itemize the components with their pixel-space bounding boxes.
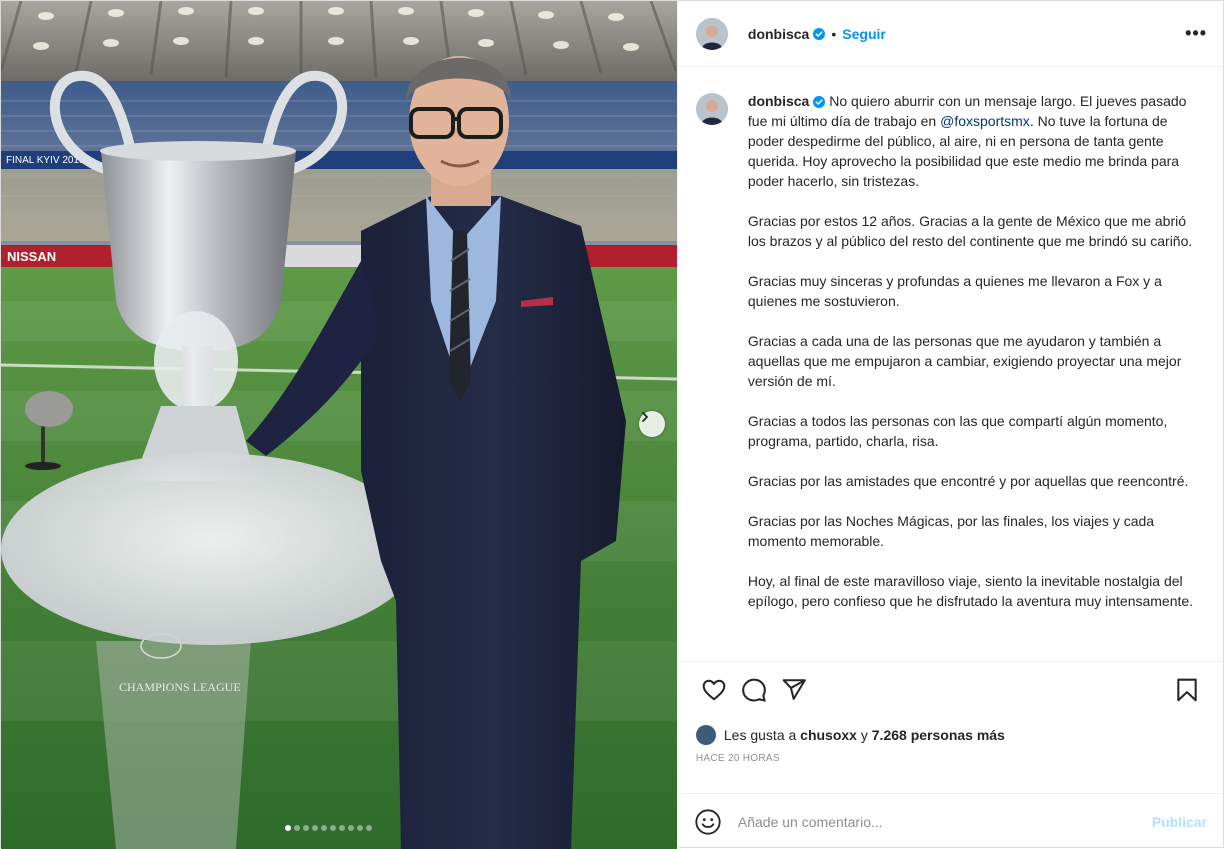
ad-board-text: NISSAN [7, 249, 56, 264]
carousel-indicator [285, 825, 372, 831]
caption-paragraph: Hoy, al final de este maravilloso viaje,… [747, 573, 1194, 609]
caption-paragraph: Gracias por las amistades que encontré y… [747, 473, 1189, 489]
caption-row: donbisca No quiero aburrir con un mensaj… [695, 91, 1205, 631]
post-media: NISSAN FINAL KYIV 2018 CHAMPIONS LEAGUE [1, 1, 677, 849]
carousel-dot [339, 825, 345, 831]
carousel-dot [357, 825, 363, 831]
caption-paragraph: Gracias a todos las personas con las que… [747, 413, 1168, 449]
post-timestamp[interactable]: HACE 20 HORAS [678, 753, 1223, 775]
post-caption: donbisca No quiero aburrir con un mensaj… [748, 91, 1198, 631]
avatar-image [695, 93, 728, 125]
carousel-dot [321, 825, 327, 831]
comment-input[interactable] [737, 813, 1152, 830]
verified-badge-icon [813, 96, 826, 109]
carousel-dot [294, 825, 300, 831]
comment-button[interactable] [734, 670, 774, 710]
table-logo-text: CHAMPIONS LEAGUE [119, 680, 241, 694]
like-button[interactable] [694, 670, 734, 710]
post-header: donbisca • Seguir ••• [677, 1, 1223, 67]
carousel-dot [330, 825, 336, 831]
carousel-dot [366, 825, 372, 831]
more-options-button[interactable]: ••• [1185, 23, 1207, 44]
comment-icon [742, 678, 766, 702]
bookmark-icon [1177, 678, 1197, 701]
likes-connector: y [860, 727, 868, 743]
liker-avatar[interactable] [695, 725, 716, 745]
likes-count[interactable]: 7.268 personas más [872, 727, 1005, 743]
header-separator: • [831, 25, 837, 42]
caption-paragraph: Gracias por estos 12 años. Gracias a la … [747, 213, 1193, 249]
share-button[interactable] [774, 670, 814, 710]
instagram-post: NISSAN FINAL KYIV 2018 CHAMPIONS LEAGUE … [0, 0, 1224, 849]
post-actions [677, 661, 1223, 717]
emoji-icon[interactable] [694, 808, 722, 836]
carousel-dot [285, 825, 291, 831]
carousel-next-button[interactable] [639, 411, 665, 437]
carousel-dot [303, 825, 309, 831]
verified-badge-icon [813, 27, 826, 40]
caption-author-avatar[interactable] [695, 93, 728, 125]
carousel-dot [348, 825, 354, 831]
send-icon [782, 678, 806, 700]
add-comment-form: Publicar [677, 793, 1223, 849]
likes-summary: Les gusta a chusoxx y 7.268 personas más [678, 717, 1223, 753]
caption-username[interactable]: donbisca [748, 93, 809, 109]
mention-link[interactable]: @foxsportsmx [940, 113, 1030, 129]
author-username[interactable]: donbisca [748, 26, 809, 42]
avatar-image [695, 17, 728, 50]
heart-icon [702, 679, 726, 700]
follow-button[interactable]: Seguir [842, 26, 886, 42]
publish-button[interactable]: Publicar [1152, 814, 1207, 830]
caption-paragraph: Gracias por las Noches Mágicas, por las … [747, 513, 1155, 549]
chevron-right-icon [642, 412, 648, 422]
likes-prefix: Les gusta a [723, 727, 797, 743]
caption-paragraph: Gracias muy sinceras y profundas a quien… [747, 273, 1162, 309]
caption-first-paragraph: donbisca No quiero aburrir con un mensaj… [748, 91, 1198, 191]
liker-username[interactable]: chusoxx [800, 727, 857, 743]
caption-paragraphs: Gracias por estos 12 años. Gracias a la … [748, 211, 1198, 611]
stadium-banner-text: FINAL KYIV 2018 [6, 155, 85, 166]
post-photo: NISSAN FINAL KYIV 2018 CHAMPIONS LEAGUE [1, 1, 677, 849]
carousel-dot [312, 825, 318, 831]
comments-area[interactable]: donbisca No quiero aburrir con un mensaj… [678, 67, 1223, 661]
caption-paragraph: Gracias a cada una de las personas que m… [747, 333, 1182, 389]
author-avatar[interactable] [695, 17, 728, 50]
save-button[interactable] [1167, 670, 1207, 710]
post-sidebar: donbisca • Seguir ••• donbisca No quiero… [676, 1, 1223, 849]
